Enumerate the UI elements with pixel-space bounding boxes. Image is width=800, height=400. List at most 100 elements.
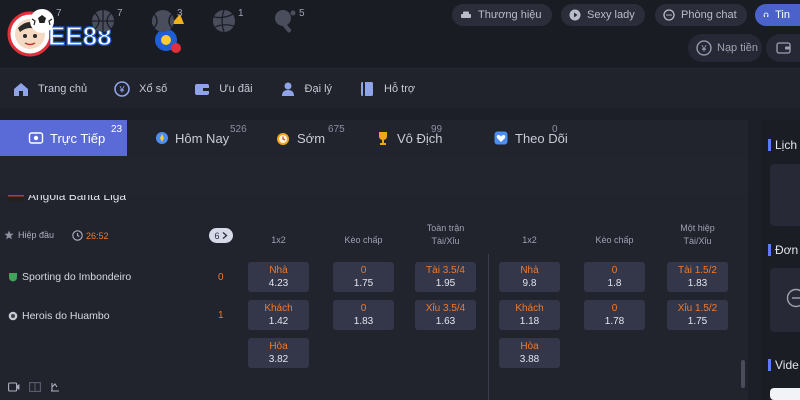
nav-item-agent[interactable]: Đại lý (279, 80, 332, 98)
chevron-right-icon (222, 232, 227, 239)
tab-count: 0 (552, 124, 558, 135)
field-icon[interactable] (29, 382, 41, 392)
tab-today[interactable]: Hôm Nay 526 (127, 120, 247, 156)
nav-item-lottery[interactable]: ¥ Xổ số (113, 80, 167, 98)
top-link-brand[interactable]: Thương hiệu (452, 4, 552, 26)
period-label: Hiệp đầu (18, 230, 55, 240)
col-header-1x2-half: 1x2 (522, 235, 537, 245)
col-header-1x2: 1x2 (271, 235, 286, 245)
team-crest-icon (8, 311, 18, 321)
top-link-news[interactable]: Tin (755, 4, 800, 26)
odd-label: Nhà (269, 265, 288, 276)
odd-h1-home[interactable]: Nhà 9.8 (499, 262, 560, 292)
deposit-button[interactable]: ¥ Nạp tiền (688, 34, 762, 62)
tab-outright[interactable]: Vô Địch 99 (347, 120, 465, 156)
odd-label: 0 (360, 265, 367, 276)
tab-label: Trực Tiếp (50, 130, 106, 146)
more-markets-button[interactable]: 6 (209, 228, 233, 243)
video-icon[interactable] (8, 382, 20, 392)
tab-label: Hôm Nay (175, 130, 230, 146)
league-row[interactable]: Angola Banta Liga (8, 195, 126, 209)
match-clock: 26:52 (72, 230, 109, 241)
clock-icon (72, 230, 83, 241)
odd-label: Tài 3.5/4 (426, 265, 465, 276)
odd-ft-over[interactable]: Tài 3.5/4 1.95 (415, 262, 476, 292)
odd-ft-hdp-home[interactable]: 0 1.75 (333, 262, 394, 292)
odd-ft-away[interactable]: Khách 1.42 (248, 300, 309, 330)
odd-ft-under[interactable]: Xỉu 3.5/4 1.63 (415, 300, 476, 330)
scrollbar[interactable] (741, 360, 745, 388)
odd-value: 1.95 (435, 278, 456, 289)
right-title-label: Đơn (775, 243, 799, 257)
nav-item-support[interactable]: Hỗ trợ (358, 80, 415, 98)
team-home: Sporting do Imbondeiro (8, 271, 131, 283)
tab-live[interactable]: Trực Tiếp 23 (0, 120, 127, 156)
wallet-button[interactable] (766, 34, 800, 62)
play-icon (569, 9, 581, 21)
right-title-video: Vide (768, 358, 799, 372)
top-link-label: Phòng chat (681, 9, 737, 21)
agent-icon (281, 82, 294, 96)
odd-h1-away[interactable]: Khách 1.18 (499, 300, 560, 330)
tab-favorites[interactable]: Theo Dõi 0 (465, 120, 575, 156)
top-link-label: Sexy lady (587, 9, 635, 21)
team-crest-icon (9, 273, 17, 282)
odd-h1-hdp-away[interactable]: 0 1.78 (584, 300, 645, 330)
right-title-label: Lịch (775, 138, 798, 152)
match-time: 26:52 (86, 230, 109, 241)
odd-label: 0 (360, 303, 367, 314)
star-icon[interactable] (4, 230, 14, 240)
right-title-schedule: Lịch (768, 138, 797, 152)
schedule-box[interactable] (770, 164, 800, 226)
odd-ft-home[interactable]: Nhà 4.23 (248, 262, 309, 292)
flag-icon (8, 195, 24, 202)
volleyball-icon[interactable] (211, 8, 237, 34)
odd-ft-hdp-away[interactable]: 0 1.83 (333, 300, 394, 330)
tab-count: 526 (230, 124, 247, 135)
odd-value: 1.42 (268, 316, 289, 327)
odd-ft-draw[interactable]: Hòa 3.82 (248, 338, 309, 368)
video-box[interactable] (770, 388, 800, 400)
sport-count: 7 (117, 8, 123, 19)
col-header-ou: Tài/Xỉu (431, 236, 460, 246)
odd-h1-over[interactable]: Tài 1.5/2 1.83 (667, 262, 728, 292)
match-period: Hiệp đầu (4, 230, 54, 240)
odd-h1-hdp-home[interactable]: 0 1.8 (584, 262, 645, 292)
basketball-icon[interactable] (90, 8, 116, 34)
team-name: Sporting do Imbondeiro (22, 271, 132, 283)
team-away: Herois do Huambo (8, 310, 110, 322)
col-header-ou-half: Tài/Xỉu (683, 236, 712, 246)
odd-label: Nhà (520, 265, 539, 276)
tennis-icon[interactable] (150, 8, 176, 34)
odd-h1-under[interactable]: Xỉu 1.5/2 1.75 (667, 300, 728, 330)
soccer-icon[interactable] (29, 8, 55, 34)
odd-label: Khách (515, 303, 544, 314)
stats-icon[interactable] (50, 382, 60, 392)
home-icon (14, 82, 28, 96)
nav-item-promotions[interactable]: Ưu đãi (193, 80, 253, 98)
sport-count: 7 (56, 8, 62, 19)
svg-text:¥: ¥ (119, 84, 126, 94)
odd-h1-draw[interactable]: Hòa 3.88 (499, 338, 560, 368)
tab-count: 99 (431, 124, 443, 135)
top-link-chat[interactable]: Phòng chat (655, 4, 747, 26)
nav-item-home[interactable]: Trang chủ (12, 80, 87, 98)
minus-icon[interactable] (786, 288, 800, 308)
tab-early[interactable]: Sớm 675 (247, 120, 347, 156)
odd-label: 0 (611, 265, 618, 276)
team-name: Herois do Huambo (22, 310, 110, 322)
col-header-full-time: Toàn trận (426, 223, 465, 233)
betslip-box[interactable] (770, 268, 800, 332)
tab-label: Sớm (297, 130, 326, 146)
nav-label: Xổ số (139, 82, 168, 95)
odd-value: 1.63 (435, 316, 456, 327)
top-link-sexy-lady[interactable]: Sexy lady (561, 4, 645, 26)
team-score: 1 (218, 310, 224, 321)
league-name: Angola Banta Liga (28, 195, 127, 203)
tab-count: 23 (111, 124, 123, 135)
col-header-handicap: Kèo chấp (344, 235, 383, 245)
table-tennis-icon[interactable] (272, 8, 298, 34)
nav-label: Hỗ trợ (384, 82, 416, 95)
col-header-first-half: Một hiệp (680, 223, 715, 233)
headset-icon (763, 12, 769, 18)
